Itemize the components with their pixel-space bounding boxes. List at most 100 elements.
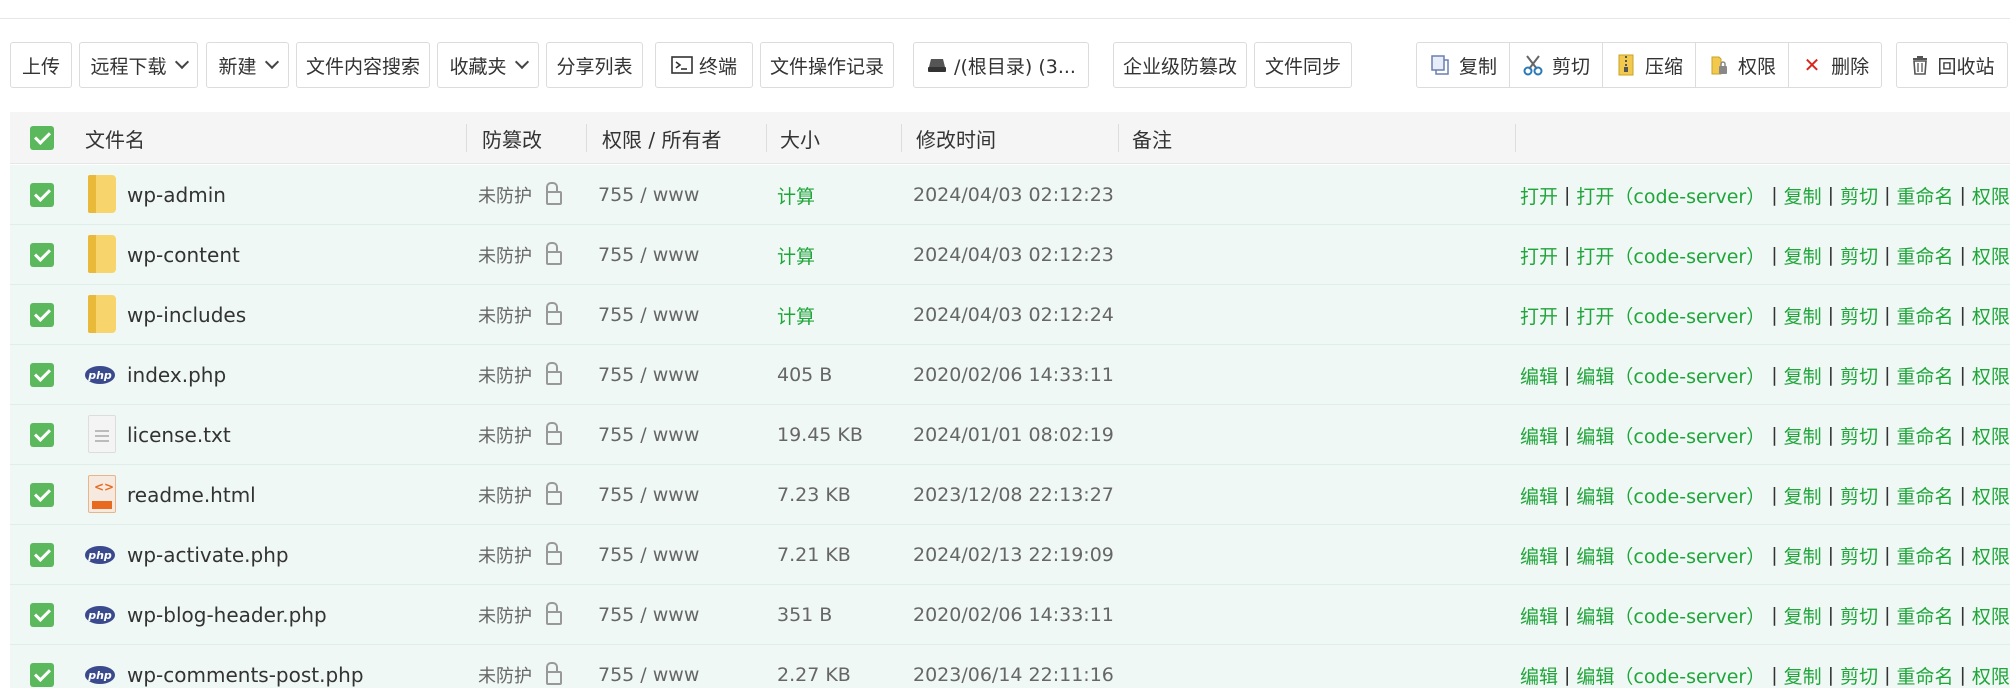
- file-name[interactable]: wp-blog-header.php: [127, 585, 327, 645]
- open-code-server-link[interactable]: 编辑（code-server）: [1576, 362, 1765, 389]
- new-button[interactable]: 新建: [206, 42, 289, 88]
- cut-link[interactable]: 剪切: [1840, 662, 1878, 688]
- copy-link[interactable]: 复制: [1784, 482, 1822, 509]
- table-row[interactable]: php wp-comments-post.php 未防护 755 / www 2.27 …: [10, 645, 2010, 688]
- open-code-server-link[interactable]: 编辑（code-server）: [1576, 542, 1765, 569]
- unlock-icon[interactable]: [546, 302, 562, 325]
- unlock-icon[interactable]: [546, 482, 562, 505]
- cut-link[interactable]: 剪切: [1840, 242, 1878, 269]
- open-code-server-link[interactable]: 编辑（code-server）: [1576, 662, 1765, 688]
- tamper-button[interactable]: 企业级防篡改: [1113, 42, 1247, 88]
- select-all-checkbox[interactable]: [30, 126, 54, 150]
- share-list-button[interactable]: 分享列表: [546, 42, 643, 88]
- copy-link[interactable]: 复制: [1784, 542, 1822, 569]
- file-size[interactable]: 计算: [777, 225, 815, 285]
- open-link[interactable]: 编辑: [1520, 542, 1558, 569]
- unlock-icon[interactable]: [546, 662, 562, 685]
- header-size[interactable]: 大小: [780, 112, 820, 164]
- open-link[interactable]: 编辑: [1520, 422, 1558, 449]
- batch-cut-button[interactable]: 剪切: [1510, 43, 1604, 87]
- open-code-server-link[interactable]: 编辑（code-server）: [1576, 482, 1765, 509]
- open-code-server-link[interactable]: 编辑（code-server）: [1576, 602, 1765, 629]
- table-row[interactable]: php wp-activate.php 未防护 755 / www 7.21 KB 202…: [10, 525, 2010, 585]
- batch-perm-button[interactable]: 权限: [1696, 43, 1790, 87]
- open-link[interactable]: 编辑: [1520, 482, 1558, 509]
- unlock-icon[interactable]: [546, 182, 562, 205]
- permission-owner[interactable]: 755 / www: [598, 525, 699, 585]
- permission-link[interactable]: 权限: [1972, 302, 2010, 329]
- copy-link[interactable]: 复制: [1784, 602, 1822, 629]
- favorites-button[interactable]: 收藏夹: [437, 42, 539, 88]
- permission-link[interactable]: 权限: [1972, 662, 2010, 688]
- open-link[interactable]: 编辑: [1520, 662, 1558, 688]
- permission-owner[interactable]: 755 / www: [598, 405, 699, 465]
- cut-link[interactable]: 剪切: [1840, 482, 1878, 509]
- open-link[interactable]: 打开: [1520, 242, 1558, 269]
- table-row[interactable]: php index.php 未防护 755 / www 405 B 2020/02/06 …: [10, 345, 2010, 405]
- table-row[interactable]: wp-content 未防护 755 / www 计算 2024/04/03 02:12…: [10, 225, 2010, 285]
- cut-link[interactable]: 剪切: [1840, 422, 1878, 449]
- copy-link[interactable]: 复制: [1784, 242, 1822, 269]
- upload-button[interactable]: 上传: [10, 42, 72, 88]
- permission-link[interactable]: 权限: [1972, 602, 2010, 629]
- permission-link[interactable]: 权限: [1972, 542, 2010, 569]
- row-checkbox[interactable]: [30, 423, 54, 447]
- open-link[interactable]: 打开: [1520, 302, 1558, 329]
- path-button[interactable]: /(根目录) (3...: [913, 42, 1089, 88]
- row-checkbox[interactable]: [30, 483, 54, 507]
- file-name[interactable]: wp-comments-post.php: [127, 645, 364, 688]
- row-checkbox[interactable]: [30, 243, 54, 267]
- permission-owner[interactable]: 755 / www: [598, 645, 699, 688]
- row-checkbox[interactable]: [30, 303, 54, 327]
- table-row[interactable]: wp-includes 未防护 755 / www 计算 2024/04/03 02:1…: [10, 285, 2010, 345]
- open-code-server-link[interactable]: 打开（code-server）: [1576, 242, 1765, 269]
- permission-link[interactable]: 权限: [1972, 422, 2010, 449]
- file-name[interactable]: wp-activate.php: [127, 525, 289, 585]
- rename-link[interactable]: 重命名: [1897, 542, 1954, 569]
- open-code-server-link[interactable]: 编辑（code-server）: [1576, 422, 1765, 449]
- table-row[interactable]: license.txt 未防护 755 / www 19.45 KB 2024/01/0…: [10, 405, 2010, 465]
- file-size[interactable]: 计算: [777, 165, 815, 225]
- row-checkbox[interactable]: [30, 603, 54, 627]
- batch-copy-button[interactable]: 复制: [1417, 43, 1511, 87]
- remote-download-button[interactable]: 远程下载: [79, 42, 198, 88]
- table-row[interactable]: php wp-blog-header.php 未防护 755 / www 351 B 20…: [10, 585, 2010, 645]
- permission-owner[interactable]: 755 / www: [598, 285, 699, 345]
- cut-link[interactable]: 剪切: [1840, 362, 1878, 389]
- permission-owner[interactable]: 755 / www: [598, 165, 699, 225]
- permission-link[interactable]: 权限: [1972, 182, 2010, 209]
- open-link[interactable]: 打开: [1520, 182, 1558, 209]
- rename-link[interactable]: 重命名: [1897, 302, 1954, 329]
- copy-link[interactable]: 复制: [1784, 662, 1822, 688]
- permission-owner[interactable]: 755 / www: [598, 345, 699, 405]
- batch-compress-button[interactable]: 压缩: [1603, 43, 1697, 87]
- file-name[interactable]: wp-admin: [127, 165, 226, 225]
- copy-link[interactable]: 复制: [1784, 182, 1822, 209]
- header-mtime[interactable]: 修改时间: [916, 112, 996, 164]
- permission-link[interactable]: 权限: [1972, 242, 2010, 269]
- file-name[interactable]: wp-includes: [127, 285, 246, 345]
- recycle-bin-button[interactable]: 回收站: [1896, 42, 2008, 88]
- open-link[interactable]: 编辑: [1520, 362, 1558, 389]
- copy-link[interactable]: 复制: [1784, 422, 1822, 449]
- cut-link[interactable]: 剪切: [1840, 302, 1878, 329]
- row-checkbox[interactable]: [30, 183, 54, 207]
- permission-link[interactable]: 权限: [1972, 362, 2010, 389]
- content-search-button[interactable]: 文件内容搜索: [296, 42, 430, 88]
- copy-link[interactable]: 复制: [1784, 302, 1822, 329]
- unlock-icon[interactable]: [546, 242, 562, 265]
- file-name[interactable]: index.php: [127, 345, 226, 405]
- unlock-icon[interactable]: [546, 542, 562, 565]
- header-name[interactable]: 文件名: [85, 112, 145, 164]
- rename-link[interactable]: 重命名: [1897, 482, 1954, 509]
- permission-owner[interactable]: 755 / www: [598, 585, 699, 645]
- copy-link[interactable]: 复制: [1784, 362, 1822, 389]
- unlock-icon[interactable]: [546, 602, 562, 625]
- file-name[interactable]: license.txt: [127, 405, 231, 465]
- rename-link[interactable]: 重命名: [1897, 362, 1954, 389]
- unlock-icon[interactable]: [546, 362, 562, 385]
- permission-owner[interactable]: 755 / www: [598, 465, 699, 525]
- permission-link[interactable]: 权限: [1972, 482, 2010, 509]
- file-name[interactable]: readme.html: [127, 465, 256, 525]
- file-size[interactable]: 计算: [777, 285, 815, 345]
